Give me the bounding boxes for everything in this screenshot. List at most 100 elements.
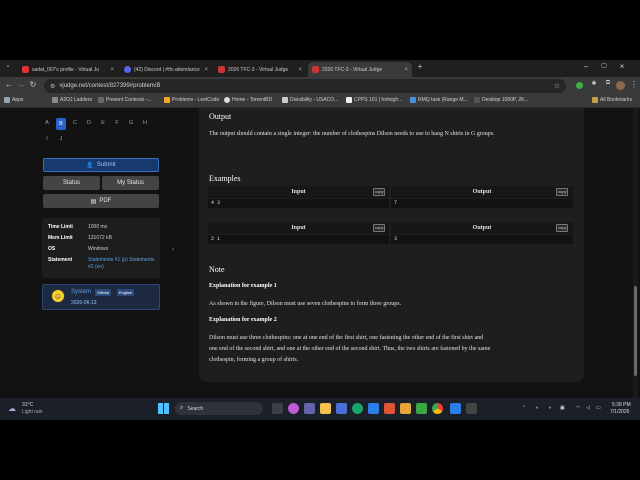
close-icon[interactable]: ×: [298, 67, 302, 73]
address-bar[interactable]: ⚙ vjudge.net/contest/827399#problem/B ☆: [44, 79, 566, 93]
copy-input-button[interactable]: copy: [373, 188, 386, 196]
bookmark-all[interactable]: All Bookmarks: [592, 97, 632, 103]
vscode-icon[interactable]: [450, 403, 461, 414]
time-limit-value: 1000 ms: [88, 224, 108, 230]
photos-icon[interactable]: [400, 403, 411, 414]
problem-link-c[interactable]: C: [70, 120, 80, 126]
problem-link-i[interactable]: I: [42, 136, 52, 142]
statement-links[interactable]: Statements #1 (p) Statements #2 (en): [88, 257, 158, 271]
tray-app-icon[interactable]: ◐: [536, 405, 539, 411]
github-icon: [224, 97, 230, 103]
problem-link-a[interactable]: A: [42, 120, 52, 126]
bookmark-star-icon[interactable]: ☆: [554, 82, 560, 90]
tab-contest-2[interactable]: 2026 TFC-3 - Virtual Judge ×: [308, 62, 412, 77]
scrollbar-thumb[interactable]: [634, 286, 637, 376]
chrome-icon[interactable]: [432, 403, 443, 414]
vjudge-favicon-icon: [312, 66, 319, 73]
status-button[interactable]: Status: [43, 176, 100, 190]
clock-date[interactable]: 7/1/2026: [610, 409, 629, 415]
author-name[interactable]: System: [71, 289, 91, 295]
maximize-window-button[interactable]: ▢: [598, 62, 610, 69]
close-window-button[interactable]: ×: [616, 62, 628, 71]
extensions-puzzle-icon[interactable]: ✱: [588, 80, 600, 87]
green-app-icon[interactable]: [416, 403, 427, 414]
menu-kebab-icon[interactable]: ⋮: [628, 80, 640, 89]
bookmark-favicon-icon: [52, 97, 58, 103]
smiley-avatar-icon: ☺: [51, 289, 65, 303]
bookmark-rmq[interactable]: RMQ task (Range M...: [410, 97, 468, 103]
store-icon[interactable]: [336, 403, 347, 414]
app-icon[interactable]: [368, 403, 379, 414]
terminal-icon[interactable]: [466, 403, 477, 414]
cses-icon: [410, 97, 416, 103]
forward-icon[interactable]: →: [15, 80, 27, 89]
tab-profile[interactable]: sadat_007's profile - Virtual Ju ×: [18, 62, 118, 77]
tab-search-icon[interactable]: ⌄: [2, 62, 14, 69]
wifi-icon[interactable]: ◠: [576, 405, 580, 411]
problem-link-j[interactable]: J: [56, 136, 66, 142]
battery-icon[interactable]: ▭: [596, 405, 601, 411]
tab-label: sadat_007's profile - Virtual Ju: [32, 66, 100, 73]
bookmark-apps[interactable]: Apps: [4, 97, 23, 103]
page-scrollbar[interactable]: [633, 108, 638, 398]
puzzle-icon[interactable]: ⧉: [602, 80, 614, 87]
tray-app-icon[interactable]: ▣: [560, 405, 565, 411]
bookmark-present-contests[interactable]: Present Contests -...: [98, 97, 152, 103]
tab-contest-1[interactable]: 2026 TFC-3 - Virtual Judge ×: [214, 62, 306, 77]
file-pdf-icon: ▤: [90, 198, 97, 205]
edge-icon[interactable]: [352, 403, 363, 414]
my-status-button[interactable]: My Status: [102, 176, 159, 190]
pdf-button[interactable]: ▤ PDF: [43, 194, 159, 208]
red-app-icon[interactable]: [384, 403, 395, 414]
minimize-window-button[interactable]: –: [580, 62, 592, 71]
task-view-icon[interactable]: [272, 403, 283, 414]
extension-icon[interactable]: [576, 82, 583, 89]
weather-cloud-icon[interactable]: ☁: [8, 404, 16, 413]
bookmark-cpps[interactable]: CPPS 101 | fortnigh...: [346, 97, 402, 103]
close-icon[interactable]: ×: [204, 67, 208, 73]
collapse-sidebar-icon[interactable]: ‹: [172, 246, 174, 253]
tab-discord[interactable]: (42) Discord | #tfc-attendance ×: [120, 62, 212, 77]
copy-output-button[interactable]: copy: [556, 188, 569, 196]
problem-sidebar: A B C D E F G H I J 👤 Submit Status My St…: [40, 108, 164, 398]
file-explorer-icon[interactable]: [320, 403, 331, 414]
taskbar-search[interactable]: ⌕ Search: [175, 402, 263, 415]
bookmark-torrentbd[interactable]: Home - TorrentBD: [224, 97, 272, 103]
bookmark-desktop[interactable]: Desktop 1080P, 2K...: [474, 97, 529, 103]
submit-button[interactable]: 👤 Submit: [43, 158, 159, 172]
site-info-icon[interactable]: ⚙: [50, 83, 55, 90]
profile-avatar[interactable]: [616, 81, 625, 90]
problem-link-b[interactable]: B: [56, 118, 66, 130]
bookmarks-bar: Apps A2OJ Ladders Present Contests -... …: [0, 95, 640, 108]
tray-app-icon[interactable]: ◑: [548, 405, 551, 411]
example-input-value[interactable]: 4 3: [208, 199, 389, 208]
tray-chevron-icon[interactable]: ⌃: [522, 405, 526, 411]
volume-icon[interactable]: ◁: [586, 405, 590, 411]
reload-icon[interactable]: ↻: [27, 80, 39, 89]
example-output-value[interactable]: 7: [391, 199, 573, 208]
problem-link-e[interactable]: E: [98, 120, 108, 126]
windows-start-icon[interactable]: [158, 403, 169, 414]
problem-link-d[interactable]: D: [84, 120, 94, 126]
problem-link-f[interactable]: F: [112, 120, 122, 126]
close-icon[interactable]: ×: [404, 67, 408, 73]
teams-icon[interactable]: [304, 403, 315, 414]
new-tab-button[interactable]: +: [414, 62, 426, 71]
problem-link-h[interactable]: H: [140, 120, 150, 126]
close-icon[interactable]: ×: [110, 67, 114, 73]
copy-output-button[interactable]: copy: [556, 224, 569, 232]
example-output-value[interactable]: 3: [391, 235, 573, 244]
apps-grid-icon: [4, 97, 10, 103]
bookmark-usaco[interactable]: Divisibility - USACO...: [282, 97, 338, 103]
back-icon[interactable]: ←: [3, 80, 15, 89]
copy-input-button[interactable]: copy: [373, 224, 386, 232]
clock-time[interactable]: 5:38 PM: [612, 402, 631, 408]
page-viewport: A B C D E F G H I J 👤 Submit Status My St…: [0, 108, 640, 398]
weather-temp[interactable]: 31°C: [22, 402, 33, 408]
copilot-icon[interactable]: [288, 403, 299, 414]
bookmark-leetcode[interactable]: Problems - LeetCode: [164, 97, 219, 103]
problem-link-g[interactable]: G: [126, 120, 136, 126]
bookmark-a2oj[interactable]: A2OJ Ladders: [52, 97, 92, 103]
weather-desc[interactable]: Light rain: [22, 409, 43, 415]
example-input-value[interactable]: 2 1: [208, 235, 389, 244]
